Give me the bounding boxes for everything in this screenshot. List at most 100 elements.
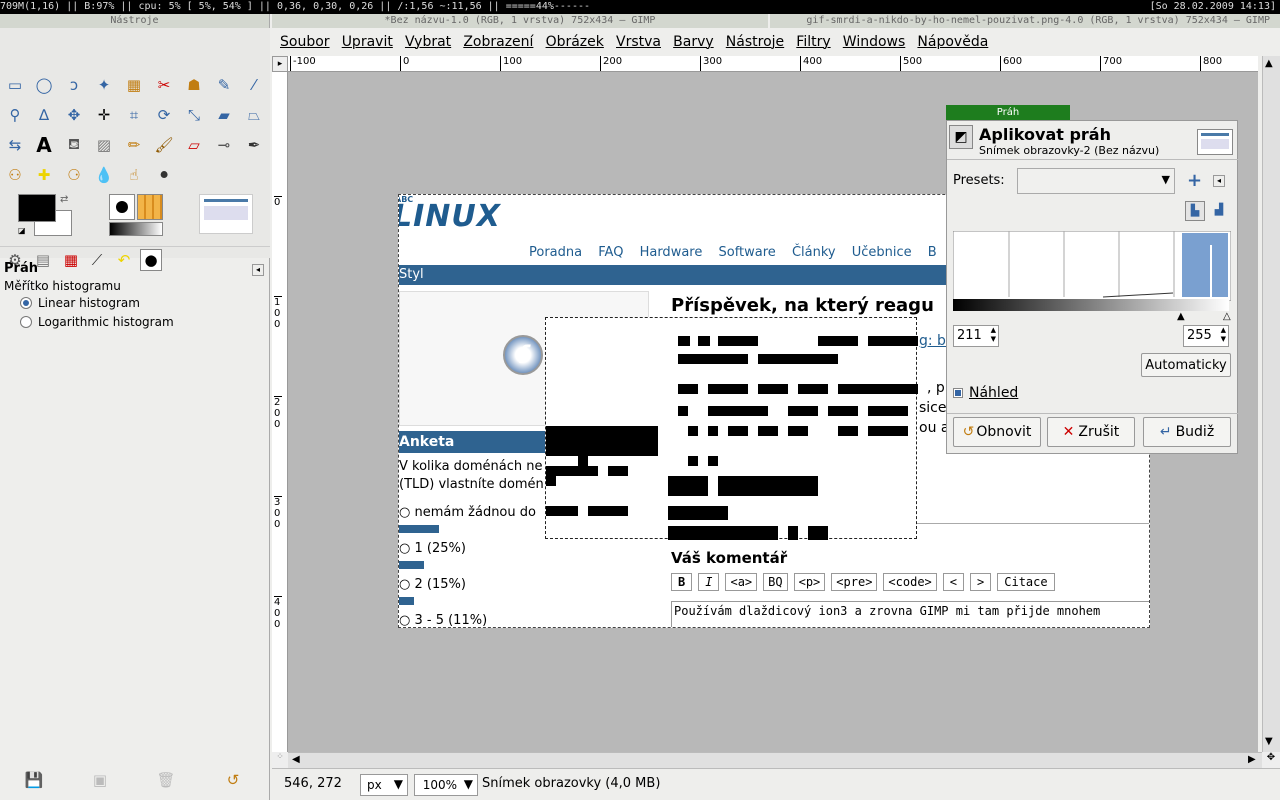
undo-tab-icon[interactable]: ↶ — [113, 249, 135, 271]
linear-histogram-option[interactable]: Linear histogram — [20, 296, 140, 310]
zoom-icon[interactable]: ⚲ — [4, 104, 26, 126]
auto-button[interactable]: Automaticky — [1141, 353, 1231, 377]
low-slider-handle-icon[interactable]: ▲ — [1177, 311, 1185, 322]
preview-checkbox[interactable]: Náhled — [953, 385, 1018, 401]
perspective-clone-icon[interactable]: ⚆ — [63, 164, 85, 186]
menu-nastroje[interactable]: Nástroje — [722, 30, 788, 54]
rect-select-icon[interactable]: ▭ — [4, 74, 26, 96]
bucket-fill-icon[interactable]: ⛾ — [63, 134, 85, 156]
brushes-tab-icon[interactable]: ● — [140, 249, 162, 271]
link-button[interactable]: <a> — [725, 573, 758, 591]
reset-options-icon[interactable]: ↺ — [222, 769, 244, 791]
paintbrush-icon[interactable]: 🖌 — [153, 134, 175, 156]
menu-upravit[interactable]: Upravit — [338, 30, 397, 54]
menu-barvy[interactable]: Barvy — [669, 30, 718, 54]
nav-clanky[interactable]: Články — [792, 245, 836, 260]
menu-filtry[interactable]: Filtry — [792, 30, 834, 54]
gradient-preview[interactable] — [109, 222, 163, 236]
histogram[interactable] — [953, 231, 1231, 301]
low-threshold-spin[interactable]: 211 ▲ ▼ — [953, 325, 999, 347]
delete-options-icon[interactable]: 🗑 — [155, 769, 177, 791]
pre-button[interactable]: <pre> — [831, 573, 878, 591]
shear-icon[interactable]: ▰ — [213, 104, 235, 126]
cancel-button[interactable]: ✕ Zrušit — [1047, 417, 1135, 447]
high-threshold-spin[interactable]: 255 ▲ ▼ — [1183, 325, 1229, 347]
checkbox-icon[interactable] — [953, 388, 963, 398]
eraser-icon[interactable]: ▱ — [183, 134, 205, 156]
airbrush-icon[interactable]: ⊸ — [213, 134, 235, 156]
brush-preview[interactable] — [109, 194, 135, 220]
pencil-icon[interactable]: ✏ — [123, 134, 145, 156]
quick-mask-corner-icon[interactable]: ▸ — [272, 56, 288, 72]
logarithmic-histogram-option[interactable]: Logarithmic histogram — [20, 315, 174, 329]
ink-icon[interactable]: ✒ — [243, 134, 265, 156]
poll-answer[interactable]: ○ 3 - 5 (11%) — [399, 613, 487, 627]
spin-arrows-icon[interactable]: ▲ ▼ — [1221, 326, 1226, 344]
default-colors-icon[interactable]: ◪ — [18, 226, 26, 235]
swap-colors-icon[interactable]: ⇄ — [60, 194, 68, 205]
high-slider-handle-icon[interactable]: △ — [1223, 311, 1231, 322]
scroll-up-icon[interactable]: ▲ — [1265, 58, 1273, 69]
flip-icon[interactable]: ⇆ — [4, 134, 26, 156]
ok-button[interactable]: ↵ Budiž — [1143, 417, 1231, 447]
restore-options-icon[interactable]: ▣ — [89, 769, 111, 791]
dodge-burn-icon[interactable]: ⚫ — [153, 164, 175, 186]
blur-icon[interactable]: 💧 — [93, 164, 115, 186]
menu-windows[interactable]: Windows — [839, 30, 910, 54]
paths-icon[interactable]: ✎ — [213, 74, 235, 96]
fuzzy-select-icon[interactable]: ✦ — [93, 74, 115, 96]
chevron-down-icon[interactable]: ▼ — [464, 777, 473, 791]
color-picker-icon[interactable]: ⁄ — [243, 74, 265, 96]
scale-icon[interactable]: ⤡ — [183, 104, 205, 126]
comment-textarea[interactable]: Používám dlaždicový ion3 a zrovna GIMP m… — [671, 601, 1149, 627]
radio-icon[interactable] — [20, 316, 32, 328]
clone-icon[interactable]: ⚇ — [4, 164, 26, 186]
bold-button[interactable]: B — [671, 573, 693, 591]
pattern-preview[interactable] — [137, 194, 163, 220]
lt-button[interactable]: < — [942, 573, 965, 591]
panel-menu-icon[interactable]: ◂ — [252, 264, 264, 276]
zoom-select[interactable]: 100% ▼ — [414, 774, 478, 796]
menu-vrstva[interactable]: Vrstva — [612, 30, 665, 54]
chevron-down-icon[interactable]: ▼ — [394, 777, 403, 791]
color-select-icon[interactable]: ▦ — [123, 74, 145, 96]
horizontal-scrollbar[interactable]: ◀ ▶ — [288, 752, 1262, 768]
chevron-down-icon[interactable]: ▼ — [1162, 173, 1170, 186]
spin-arrows-icon[interactable]: ▲ ▼ — [991, 326, 996, 344]
blend-icon[interactable]: ▨ — [93, 134, 115, 156]
lasso-icon[interactable]: ↄ — [63, 74, 85, 96]
nav-faq[interactable]: FAQ — [598, 245, 623, 260]
paragraph-button[interactable]: <p> — [793, 573, 826, 591]
scissors-icon[interactable]: ✂ — [153, 74, 175, 96]
foreground-color[interactable] — [18, 194, 56, 222]
quote-button[interactable]: Citace — [997, 573, 1055, 591]
presets-menu-icon[interactable]: ◂ — [1213, 175, 1225, 187]
crop-icon[interactable]: ⌗ — [123, 104, 145, 126]
dialog-tab[interactable]: Práh — [946, 105, 1070, 120]
italic-button[interactable]: I — [698, 573, 720, 591]
measure-icon[interactable]: ∆ — [33, 104, 55, 126]
heal-icon[interactable]: ✚ — [33, 164, 55, 186]
nav-ucebnice[interactable]: Učebnice — [852, 245, 912, 260]
poll-answer[interactable]: ○ 2 (15%) — [399, 577, 466, 592]
menu-vybrat[interactable]: Vybrat — [401, 30, 455, 54]
move-icon[interactable]: ✥ — [63, 104, 85, 126]
presets-combo[interactable]: ▼ — [1017, 168, 1175, 194]
foreground-select-icon[interactable]: ☗ — [183, 74, 205, 96]
scroll-right-icon[interactable]: ▶ — [1248, 754, 1256, 765]
radio-icon[interactable] — [20, 297, 32, 309]
radio-icon[interactable]: ○ — [399, 577, 410, 592]
reset-button[interactable]: ↺ Obnovit — [953, 417, 1041, 447]
unit-select[interactable]: px ▼ — [360, 774, 408, 796]
poll-answer[interactable]: ○ nemám žádnou do — [399, 505, 536, 520]
paths-tab-icon[interactable]: ⟋ — [86, 249, 108, 271]
gt-button[interactable]: > — [970, 573, 992, 591]
log-histogram-icon[interactable]: ▟ — [1209, 201, 1229, 221]
nav-hardware[interactable]: Hardware — [640, 245, 703, 260]
save-options-icon[interactable]: 💾 — [23, 769, 45, 791]
menu-obrazek[interactable]: Obrázek — [542, 30, 608, 54]
smudge-icon[interactable]: ☝ — [123, 164, 145, 186]
menu-zobrazeni[interactable]: Zobrazení — [459, 30, 537, 54]
navigate-icon[interactable]: ✥ — [1262, 752, 1280, 768]
blockquote-button[interactable]: BQ — [763, 573, 788, 591]
